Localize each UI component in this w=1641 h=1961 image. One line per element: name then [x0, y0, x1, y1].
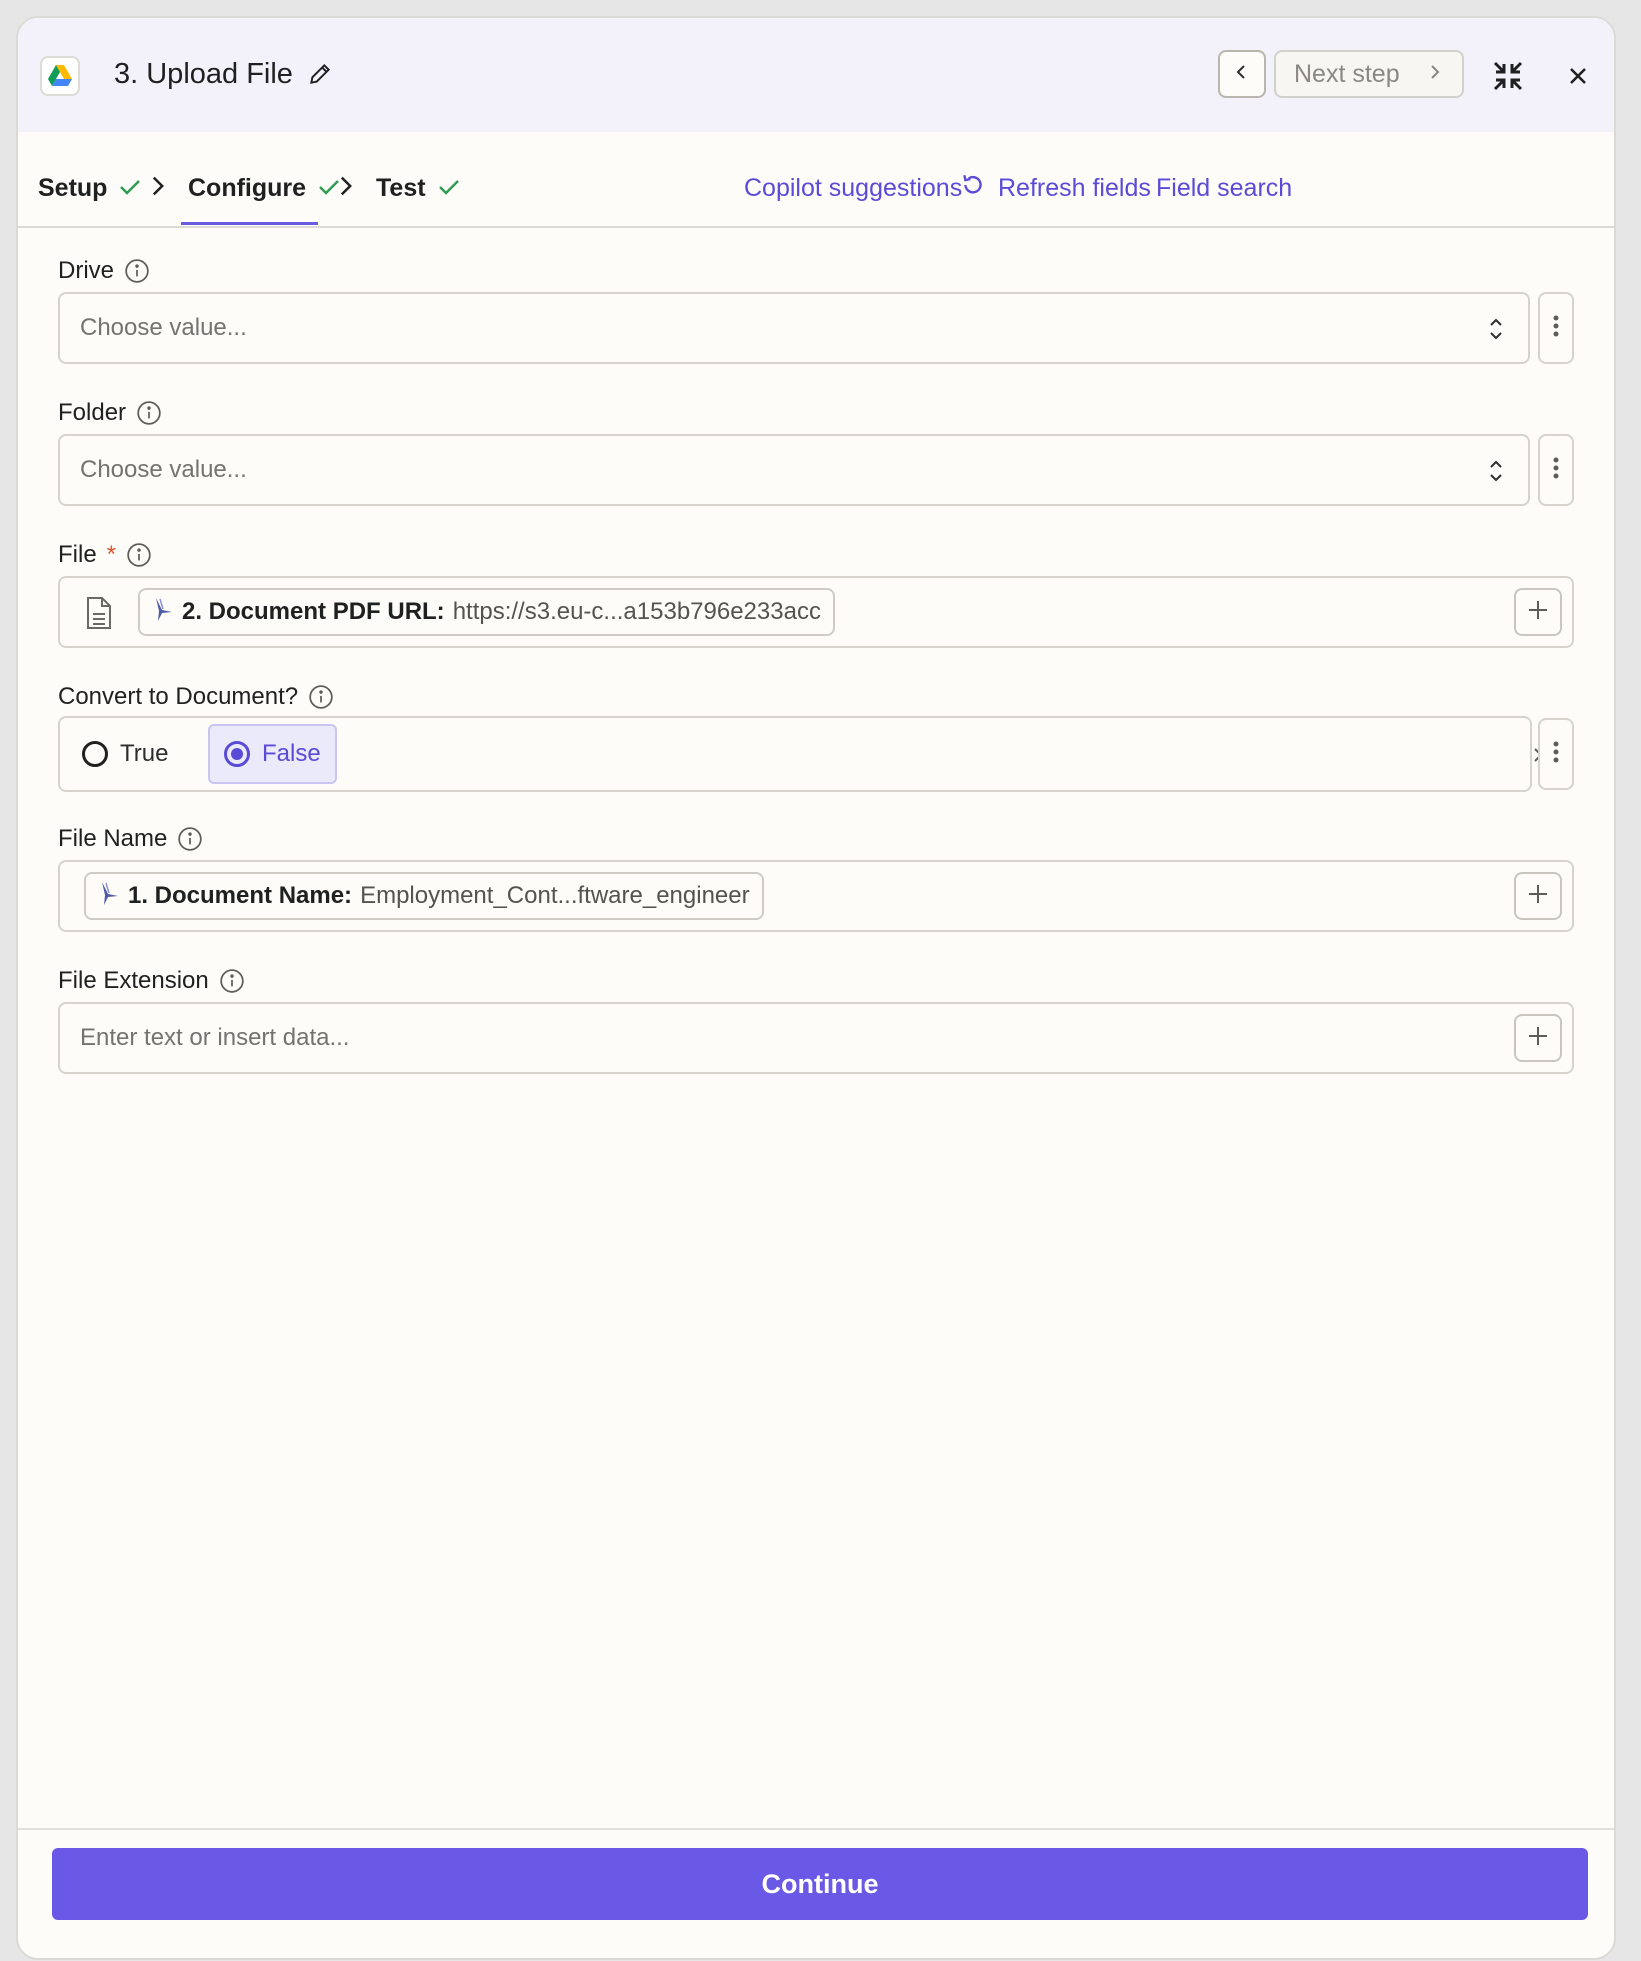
file-extension-placeholder: Enter text or insert data...: [80, 1024, 350, 1051]
document-icon: [84, 596, 114, 630]
chevron-left-icon: [1232, 62, 1252, 87]
previous-step-button[interactable]: [1218, 50, 1266, 98]
info-icon[interactable]: [308, 684, 334, 710]
step-editor-panel: 3. Upload File Next step Setup Configure…: [16, 16, 1616, 1960]
folder-more-options-button[interactable]: [1538, 434, 1574, 506]
file-input[interactable]: 2. Document PDF URL: https://s3.eu-c...a…: [58, 576, 1574, 648]
file-name-label: File Name: [58, 824, 203, 854]
collapse-icon[interactable]: [1488, 56, 1528, 96]
next-step-label: Next step: [1294, 59, 1400, 88]
info-icon[interactable]: [124, 258, 150, 284]
chevron-right-icon: [1424, 60, 1444, 89]
file-extension-input[interactable]: Enter text or insert data...: [58, 1002, 1574, 1074]
plus-icon: [1527, 883, 1549, 910]
google-drive-icon: [40, 56, 80, 96]
copilot-suggestions-link[interactable]: Copilot suggestions: [744, 168, 962, 208]
pill-value: Employment_Cont...ftware_engineer: [360, 882, 750, 909]
insert-data-button[interactable]: [1514, 872, 1562, 920]
step-tabs: Setup Configure Test Copilot suggestions: [18, 132, 1614, 228]
pencil-icon[interactable]: [307, 61, 333, 87]
info-icon[interactable]: [136, 400, 162, 426]
drive-placeholder: Choose value...: [80, 314, 247, 341]
file-extension-label: File Extension: [58, 966, 245, 996]
chevron-updown-icon: [1484, 316, 1508, 342]
folder-label-text: Folder: [58, 399, 127, 426]
next-step-button[interactable]: Next step: [1274, 50, 1464, 98]
plus-icon: [1527, 599, 1549, 626]
panel-header: 3. Upload File Next step: [18, 18, 1614, 132]
radio-false[interactable]: False: [208, 724, 337, 784]
tab-configure-label: Configure: [188, 173, 307, 202]
tab-setup-label: Setup: [38, 173, 108, 202]
chevron-right-icon: [332, 172, 360, 200]
file-extension-label-text: File Extension: [58, 967, 209, 994]
file-name-label-text: File Name: [58, 825, 168, 852]
close-icon[interactable]: [1558, 56, 1598, 96]
field-search-link[interactable]: Field search: [1156, 168, 1292, 208]
drive-more-options-button[interactable]: [1538, 292, 1574, 364]
refresh-icon: [960, 172, 986, 205]
check-icon: [438, 174, 460, 203]
drive-select[interactable]: Choose value...: [58, 292, 1530, 364]
active-tab-indicator: [181, 222, 318, 225]
convert-label-text: Convert to Document?: [58, 683, 299, 710]
tab-test-label: Test: [376, 173, 426, 202]
file-label: File *: [58, 540, 152, 570]
radio-circle-icon: [82, 741, 108, 767]
drive-label-text: Drive: [58, 257, 115, 284]
tab-configure[interactable]: Configure: [188, 168, 340, 208]
folder-label: Folder: [58, 398, 162, 428]
file-name-input[interactable]: 1. Document Name: Employment_Cont...ftwa…: [58, 860, 1574, 932]
chevron-right-icon: [144, 172, 172, 200]
pill-key: 1. Document Name:: [128, 882, 353, 909]
refresh-fields-label: Refresh fields: [998, 173, 1151, 202]
folder-select[interactable]: Choose value...: [58, 434, 1530, 506]
file-name-data-pill[interactable]: 1. Document Name: Employment_Cont...ftwa…: [84, 872, 764, 920]
insert-data-button[interactable]: [1514, 1014, 1562, 1062]
info-icon[interactable]: [177, 826, 203, 852]
file-label-text: File: [58, 541, 97, 568]
info-icon[interactable]: [219, 968, 245, 994]
radio-true-label: True: [120, 740, 169, 767]
more-vertical-icon: [1553, 315, 1559, 342]
insert-data-button[interactable]: [1514, 588, 1562, 636]
chevron-updown-icon: [1484, 458, 1508, 484]
hummingbird-icon: [98, 880, 120, 913]
copilot-suggestions-label: Copilot suggestions: [744, 173, 963, 202]
file-data-pill[interactable]: 2. Document PDF URL: https://s3.eu-c...a…: [138, 588, 835, 636]
more-vertical-icon: [1553, 457, 1559, 484]
info-icon[interactable]: [126, 542, 152, 568]
continue-button[interactable]: Continue: [52, 1848, 1588, 1920]
pill-key: 2. Document PDF URL:: [182, 598, 445, 625]
convert-label: Convert to Document?: [58, 682, 334, 712]
radio-circle-icon: [224, 741, 250, 767]
required-marker: *: [106, 541, 117, 568]
drive-label: Drive: [58, 256, 150, 286]
check-icon: [119, 174, 141, 203]
tab-test[interactable]: Test: [376, 168, 460, 208]
radio-false-label: False: [262, 740, 321, 767]
more-vertical-icon: [1553, 741, 1559, 768]
field-search-label: Field search: [1156, 173, 1293, 202]
radio-true[interactable]: True: [68, 724, 182, 784]
footer-divider: [18, 1828, 1614, 1830]
step-title-text: 3. Upload File: [114, 57, 293, 90]
refresh-fields-button[interactable]: Refresh fields: [960, 168, 1151, 208]
convert-more-options-button[interactable]: [1538, 718, 1574, 790]
hummingbird-icon: [152, 596, 174, 629]
step-title[interactable]: 3. Upload File: [114, 54, 333, 94]
convert-radio-group: True False: [58, 716, 1548, 792]
tab-setup[interactable]: Setup: [38, 168, 141, 208]
pill-value: https://s3.eu-c...a153b796e233acc: [452, 598, 821, 625]
plus-icon: [1527, 1025, 1549, 1052]
folder-placeholder: Choose value...: [80, 456, 247, 483]
